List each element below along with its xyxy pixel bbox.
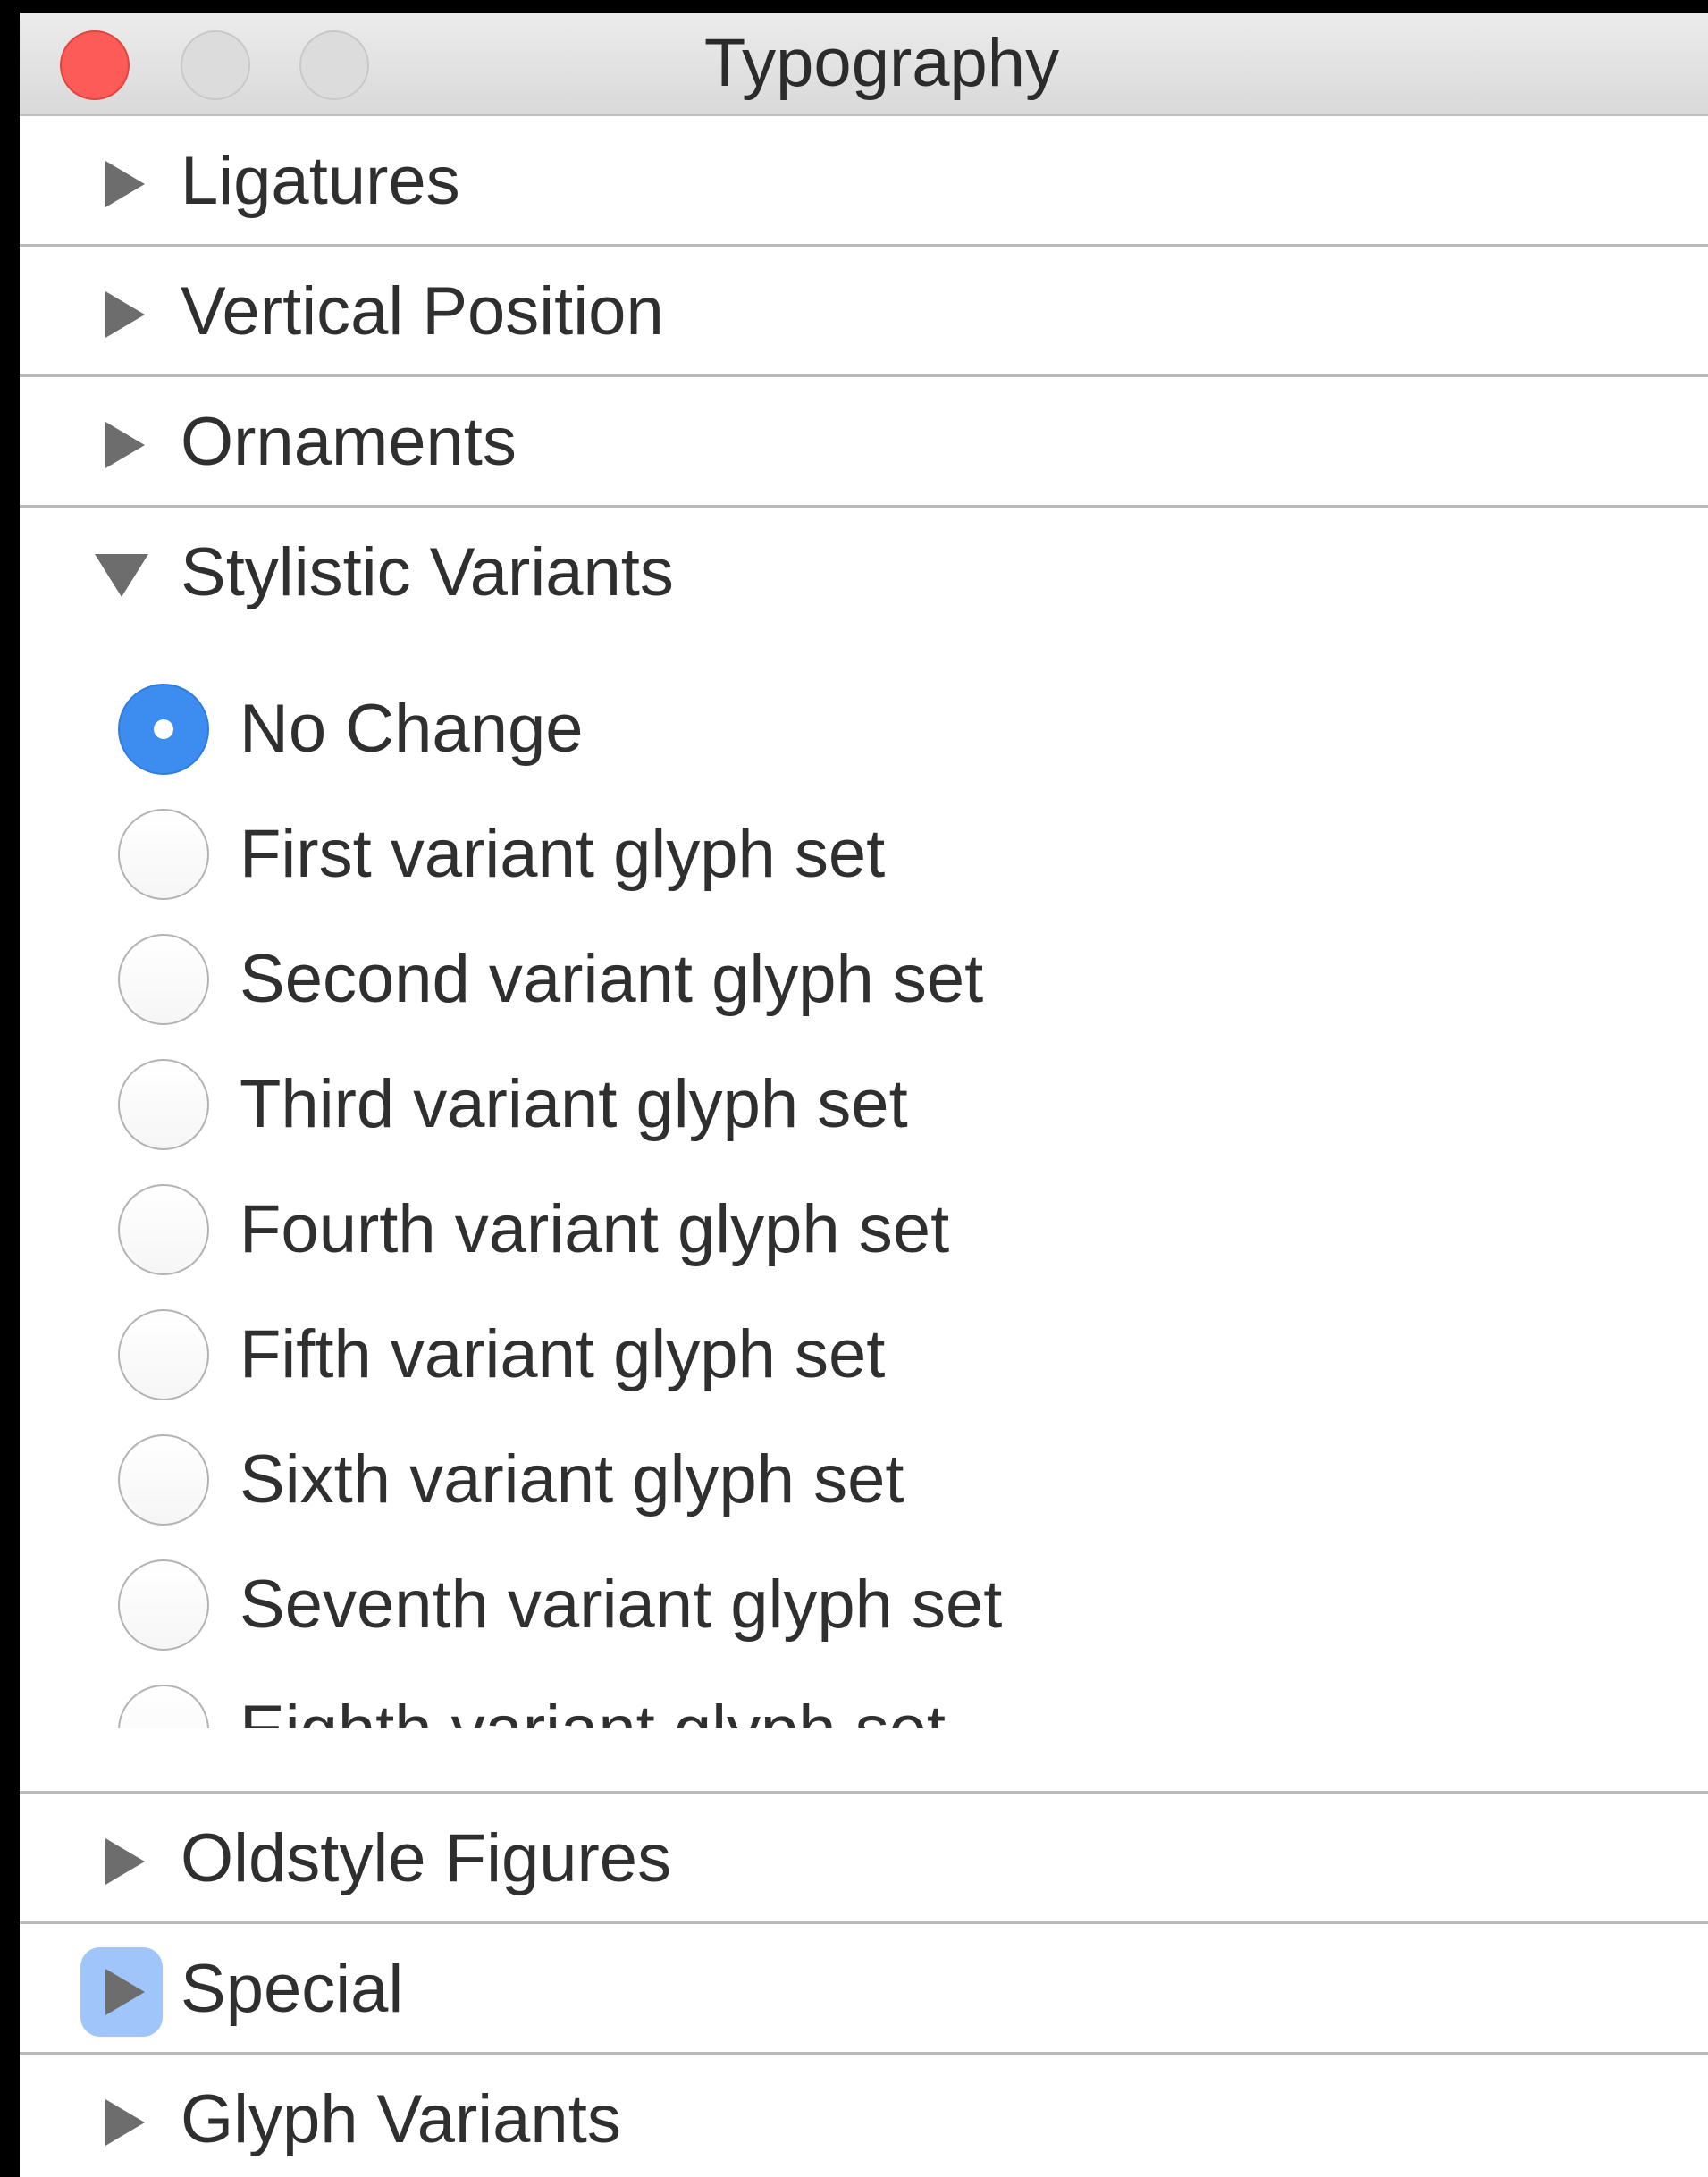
radio-option-first-variant[interactable]: First variant glyph set — [20, 779, 1708, 904]
section-oldstyle-figures-label: Oldstyle Figures — [181, 1820, 672, 1896]
typography-window: Typography Ligatures Vertical Position O… — [20, 13, 1708, 2177]
radio-button[interactable] — [118, 934, 209, 1025]
section-ornaments[interactable]: Ornaments — [20, 377, 1708, 508]
section-oldstyle-figures[interactable]: Oldstyle Figures — [20, 1794, 1708, 1924]
radio-button-selected[interactable] — [118, 684, 209, 775]
radio-button[interactable] — [118, 1184, 209, 1275]
radio-button[interactable] — [118, 1559, 209, 1651]
title-bar[interactable]: Typography — [20, 13, 1708, 116]
radio-option-sixth-variant[interactable]: Sixth variant glyph set — [20, 1405, 1708, 1530]
section-special[interactable]: Special — [20, 1924, 1708, 2055]
section-ligatures[interactable]: Ligatures — [20, 116, 1708, 247]
section-vertical-position[interactable]: Vertical Position — [20, 247, 1708, 377]
disclosure-triangle-right-icon[interactable] — [98, 2097, 148, 2148]
radio-option-label: Eighth variant glyph set — [240, 1655, 946, 1728]
radio-button[interactable] — [118, 1059, 209, 1150]
section-vertical-position-label: Vertical Position — [181, 273, 664, 349]
radio-button[interactable] — [118, 1309, 209, 1400]
radio-option-fourth-variant[interactable]: Fourth variant glyph set — [20, 1155, 1708, 1280]
radio-option-second-variant[interactable]: Second variant glyph set — [20, 904, 1708, 1030]
section-stylistic-variants[interactable]: Stylistic Variants — [20, 508, 1708, 638]
radio-option-seventh-variant[interactable]: Seventh variant glyph set — [20, 1530, 1708, 1655]
disclosure-triangle-right-icon[interactable] — [98, 1967, 148, 2017]
radio-button[interactable] — [118, 1685, 209, 1728]
disclosure-triangle-right-icon[interactable] — [98, 420, 148, 470]
section-stylistic-variants-label: Stylistic Variants — [181, 534, 674, 610]
section-glyph-variants-label: Glyph Variants — [181, 2081, 621, 2157]
section-ligatures-label: Ligatures — [181, 143, 460, 219]
radio-option-third-variant[interactable]: Third variant glyph set — [20, 1030, 1708, 1155]
section-special-label: Special — [181, 1951, 404, 2027]
disclosure-triangle-right-icon[interactable] — [98, 1837, 148, 1887]
radio-option-eighth-variant[interactable]: Eighth variant glyph set — [20, 1655, 1708, 1728]
radio-option-fifth-variant[interactable]: Fifth variant glyph set — [20, 1280, 1708, 1405]
disclosure-triangle-right-icon[interactable] — [98, 290, 148, 340]
disclosure-triangle-down-icon[interactable] — [93, 549, 150, 599]
stylistic-variants-radio-group[interactable]: No Change First variant glyph set Second… — [20, 654, 1708, 1728]
radio-button[interactable] — [118, 1434, 209, 1526]
radio-option-no-change[interactable]: No Change — [20, 654, 1708, 779]
window-title: Typography — [703, 25, 1060, 101]
radio-button[interactable] — [118, 809, 209, 900]
section-glyph-variants[interactable]: Glyph Variants — [20, 2055, 1708, 2177]
disclosure-triangle-right-icon[interactable] — [98, 159, 148, 209]
section-ornaments-label: Ornaments — [181, 404, 517, 480]
